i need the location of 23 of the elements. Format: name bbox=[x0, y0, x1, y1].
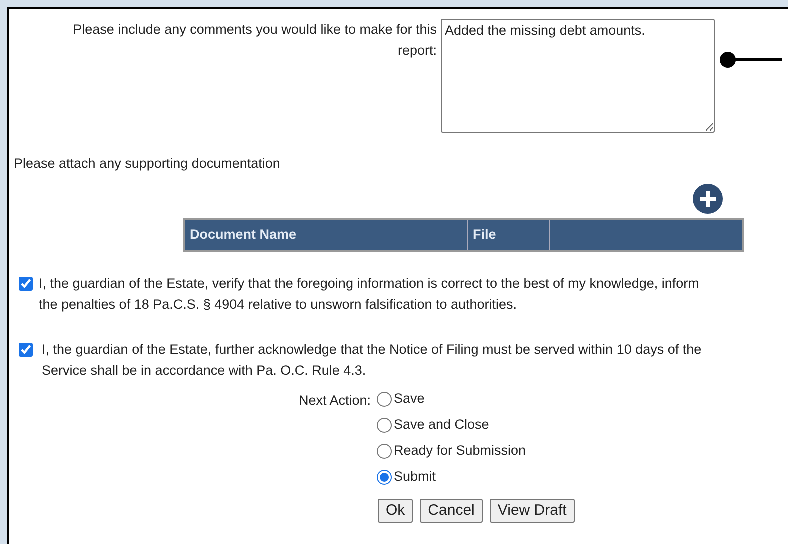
action-button[interactable]: Ok bbox=[378, 499, 414, 523]
option-label[interactable]: Save bbox=[394, 388, 425, 410]
next-action-label: Next Action: bbox=[298, 392, 371, 410]
option-label[interactable]: Save and Close bbox=[394, 414, 490, 436]
acknowledgement-text: I, the guardian of the Estate, verify that the foregoing information is correct to the best of my knowledge, inform the penalties of 18 Pa.C.S. § 4904 relative to unsworn falsification to authorities. bbox=[39, 275, 700, 314]
attach-label: Please attach any supporting documentation bbox=[14, 155, 282, 173]
action-button[interactable]: View Draft bbox=[490, 499, 575, 523]
option-label[interactable]: Submit bbox=[394, 466, 436, 488]
checkbox[interactable] bbox=[19, 343, 33, 357]
radio-button[interactable] bbox=[377, 392, 392, 406]
radio-button[interactable] bbox=[377, 470, 392, 484]
comments-field[interactable]: Added the missing debt amounts. bbox=[441, 19, 715, 133]
column-header: Document Name bbox=[185, 220, 468, 250]
radio-button[interactable] bbox=[377, 418, 392, 432]
comments-label: Please include any comments you would like to make for this report: bbox=[72, 21, 437, 60]
checkbox[interactable] bbox=[19, 277, 33, 291]
option-label[interactable]: Ready for Submission bbox=[394, 440, 526, 462]
radio-button[interactable] bbox=[377, 444, 392, 458]
acknowledgement-text: I, the guardian of the Estate, further acknowledge that the Notice of Filing must be served within 10 days of the Service shall be in accordance with Pa. O.C. Rule 4.3. bbox=[42, 341, 702, 380]
action-button[interactable]: Cancel bbox=[420, 499, 483, 523]
leader-line bbox=[719, 50, 782, 70]
add-icon[interactable] bbox=[692, 183, 724, 215]
column-header: File bbox=[468, 220, 550, 250]
